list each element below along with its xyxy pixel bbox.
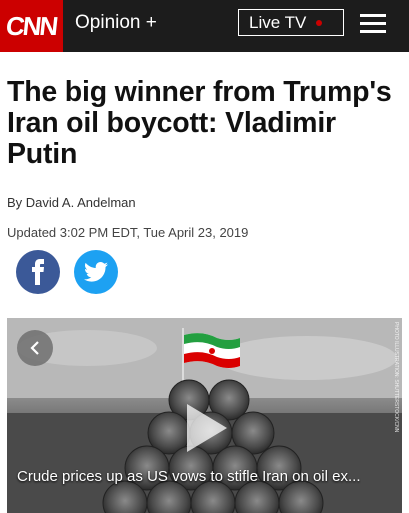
- hamburger-menu-icon[interactable]: [360, 14, 386, 34]
- section-opinion-link[interactable]: Opinion +: [75, 12, 157, 34]
- video-player[interactable]: PHOTO ILLUSTRATION: SHUTTERSTOCK/CNN Cru…: [7, 318, 402, 513]
- updated-timestamp: Updated 3:02 PM EDT, Tue April 23, 2019: [7, 225, 249, 240]
- chevron-left-icon: [30, 341, 39, 355]
- live-tv-button[interactable]: Live TV: [238, 9, 344, 36]
- play-icon[interactable]: [175, 398, 235, 458]
- photo-credit: PHOTO ILLUSTRATION: SHUTTERSTOCK/CNN: [393, 322, 399, 433]
- twitter-share-button[interactable]: [74, 250, 118, 294]
- live-dot-icon: [316, 19, 323, 26]
- byline[interactable]: By David A. Andelman: [7, 195, 136, 210]
- cnn-logo[interactable]: CNN: [0, 0, 63, 52]
- facebook-icon: [32, 259, 44, 285]
- live-tv-label: Live TV: [249, 12, 307, 32]
- video-caption[interactable]: Crude prices up as US vows to stifle Ira…: [17, 468, 360, 485]
- top-navigation-bar: CNN Opinion + Live TV: [0, 0, 409, 52]
- previous-slide-button[interactable]: [17, 330, 53, 366]
- logo-text: CNN: [4, 10, 59, 41]
- twitter-icon: [84, 262, 108, 282]
- article-headline: The big winner from Trump's Iran oil boy…: [7, 76, 392, 170]
- facebook-share-button[interactable]: [16, 250, 60, 294]
